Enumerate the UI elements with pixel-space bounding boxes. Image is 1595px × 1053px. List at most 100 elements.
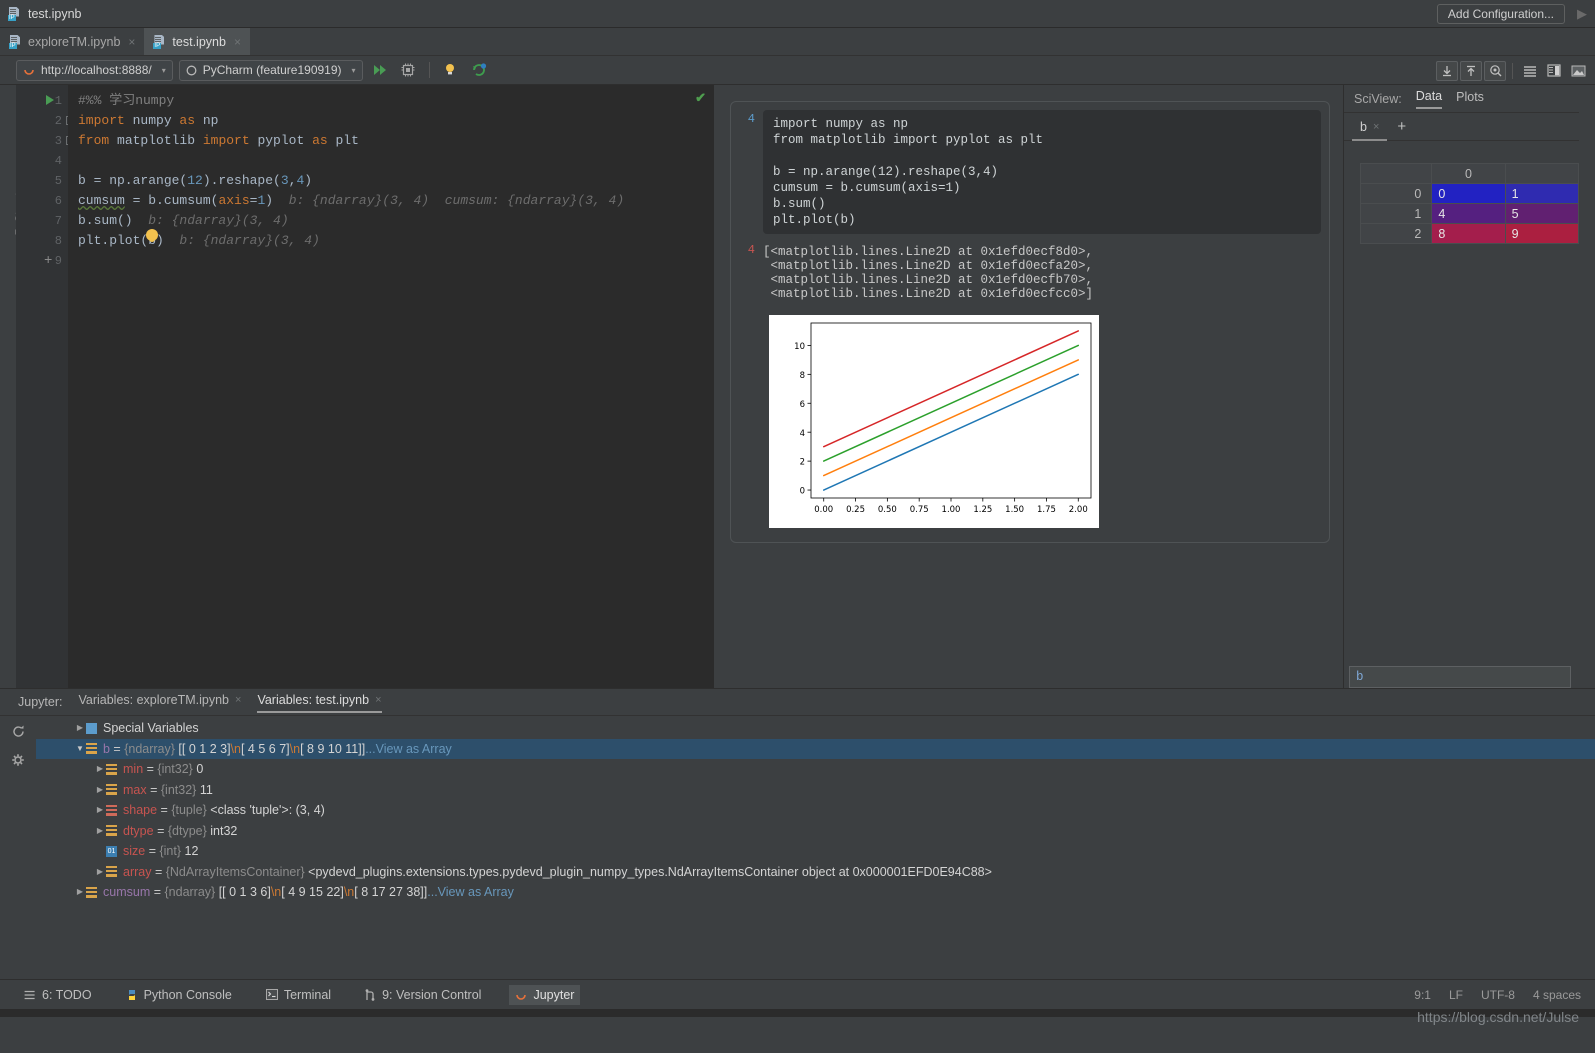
variables-tab-test[interactable]: Variables: test.ipynb × bbox=[257, 693, 382, 713]
todo-icon bbox=[24, 990, 35, 999]
close-icon[interactable]: × bbox=[235, 694, 241, 706]
list-item[interactable]: ▶ dtype = {dtype} int32 bbox=[36, 821, 1595, 842]
close-icon[interactable]: × bbox=[1373, 121, 1379, 133]
status-version-control[interactable]: 9: Version Control bbox=[359, 985, 487, 1005]
table-cell[interactable]: 4 bbox=[1431, 203, 1506, 224]
run-cell-icon[interactable] bbox=[46, 95, 54, 105]
add-configuration-button[interactable]: Add Configuration... bbox=[1436, 4, 1565, 24]
svg-text:1.50: 1.50 bbox=[1005, 505, 1024, 515]
list-item[interactable]: ▶ shape = {tuple} <class 'tuple'>: (3, 4… bbox=[36, 800, 1595, 821]
table-cell[interactable]: 5 bbox=[1504, 203, 1580, 224]
table-cell[interactable]: 0 bbox=[1431, 183, 1506, 204]
column-header-1[interactable] bbox=[1504, 163, 1580, 184]
move-cell-up-icon[interactable] bbox=[1460, 60, 1482, 81]
table-cell[interactable]: 8 bbox=[1431, 223, 1506, 244]
move-cell-down-icon[interactable] bbox=[1436, 60, 1458, 81]
add-variable-button[interactable]: + bbox=[1397, 119, 1406, 134]
cell-source-code[interactable]: import numpy as np from matplotlib impor… bbox=[763, 110, 1321, 234]
status-jupyter[interactable]: Jupyter bbox=[509, 984, 581, 1005]
expand-triangle-icon[interactable]: ▶ bbox=[94, 821, 106, 842]
code-text-area[interactable]: #%% 学习numpy import numpy as np from matp… bbox=[68, 85, 714, 688]
list-item[interactable]: ▶ max = {int32} 11 bbox=[36, 780, 1595, 801]
editor-tab-test[interactable]: IP test.ipynb × bbox=[144, 28, 250, 55]
expand-triangle-icon[interactable]: ▶ bbox=[74, 718, 86, 739]
expand-triangle-icon[interactable]: ▶ bbox=[94, 800, 106, 821]
close-icon[interactable]: × bbox=[375, 694, 381, 706]
kernel-combo[interactable]: PyCharm (feature190919) ▾ bbox=[178, 59, 363, 81]
restart-kernel-icon[interactable] bbox=[468, 59, 490, 81]
add-cell-icon[interactable]: + bbox=[44, 254, 52, 268]
list-item[interactable]: 01 size = {int} 12 bbox=[36, 841, 1595, 862]
view-as-array-link[interactable]: ...View as Array bbox=[365, 739, 452, 760]
variable-value: [ 4 5 6 7] bbox=[240, 741, 290, 756]
table-cell[interactable]: 1 bbox=[1504, 183, 1580, 204]
chevron-down-icon[interactable]: ▾ bbox=[352, 66, 356, 75]
variable-name: array bbox=[123, 864, 152, 879]
status-python-console[interactable]: Python Console bbox=[120, 985, 238, 1005]
tab-data[interactable]: Data bbox=[1415, 89, 1443, 109]
variables-tab-exploreTM[interactable]: Variables: exploreTM.ipynb × bbox=[78, 693, 241, 712]
ipynb-file-icon: IP bbox=[153, 34, 166, 49]
list-item[interactable]: ▶ array = {NdArrayItemsContainer} <pydev… bbox=[36, 862, 1595, 883]
indent-setting[interactable]: 4 spaces bbox=[1533, 988, 1581, 1002]
table-cell[interactable]: 9 bbox=[1504, 223, 1580, 244]
notebook-cell-card: 4 import numpy as np from matplotlib imp… bbox=[730, 101, 1330, 543]
list-item[interactable]: ▶ Special Variables bbox=[36, 718, 1595, 739]
table-row[interactable]: 2 8 9 bbox=[1359, 223, 1580, 244]
expand-triangle-icon[interactable]: ▶ bbox=[94, 780, 106, 801]
table-row[interactable]: 1 4 5 bbox=[1359, 203, 1580, 224]
table-row[interactable]: 0 0 1 bbox=[1359, 183, 1580, 204]
svg-text:0.25: 0.25 bbox=[846, 505, 865, 515]
caret-position[interactable]: 9:1 bbox=[1414, 988, 1431, 1002]
list-item[interactable]: ▼ b = {ndarray} [[ 0 1 2 3] \n [ 4 5 6 7… bbox=[36, 738, 1595, 760]
expand-triangle-icon[interactable]: ▶ bbox=[94, 862, 106, 883]
variable-name: cumsum bbox=[103, 885, 151, 899]
status-terminal[interactable]: Terminal bbox=[260, 985, 337, 1005]
chevron-down-icon[interactable]: ▾ bbox=[162, 66, 166, 75]
variables-side-rail bbox=[0, 716, 36, 960]
line-separator[interactable]: LF bbox=[1449, 988, 1463, 1002]
status-todo[interactable]: 6: TODO bbox=[18, 985, 98, 1005]
server-url-combo[interactable]: http://localhost:8888/ ▾ bbox=[16, 59, 173, 81]
kernel-settings-icon[interactable] bbox=[397, 59, 419, 81]
close-icon[interactable]: × bbox=[128, 35, 135, 49]
jupyter-toolbar: http://localhost:8888/ ▾ PyCharm (featur… bbox=[0, 56, 1595, 85]
jupyter-prefix-label: Jupyter: bbox=[18, 695, 63, 709]
tab-plots[interactable]: Plots bbox=[1456, 90, 1484, 108]
matplotlib-plot[interactable]: 0 2 4 6 8 10 0.00 0.25 0.50 0.75 1.00 1.25 1.50 1.75 2… bbox=[769, 315, 1099, 528]
view-as-array-link[interactable]: ...View as Array bbox=[427, 882, 514, 903]
jupyter-logo-icon bbox=[24, 69, 34, 75]
image-view-icon[interactable] bbox=[1567, 61, 1589, 81]
collapse-triangle-icon[interactable]: ▼ bbox=[74, 739, 86, 760]
variables-body: ▶ Special Variables ▼ b = {ndarray} [[ 0… bbox=[0, 715, 1595, 960]
variable-type: {dtype} bbox=[167, 823, 207, 838]
variable-name: min bbox=[123, 762, 144, 776]
table-view-icon[interactable] bbox=[1543, 61, 1565, 81]
sciview-expression-input[interactable]: b bbox=[1349, 666, 1571, 688]
variable-name: size bbox=[123, 844, 146, 858]
intention-bulb-icon[interactable] bbox=[146, 229, 158, 241]
status-label: Terminal bbox=[283, 987, 332, 1002]
lightbulb-icon[interactable] bbox=[440, 59, 462, 81]
sciview-data-table[interactable]: 0 0 0 1 1 4 5 2 8 9 bbox=[1359, 163, 1580, 244]
sciview-var-chip-b[interactable]: b × bbox=[1352, 117, 1388, 141]
editor-tab-exploreTM[interactable]: IP exploreTM.ipynb × bbox=[0, 28, 144, 55]
code-editor[interactable]: 1 2− 3− 4 5 6 7 8 +9 #%% 学习numpy import … bbox=[16, 85, 714, 688]
list-item[interactable]: ▶ cumsum = {ndarray} [[ 0 1 3 6] \n [ 4 … bbox=[36, 882, 1595, 903]
list-item[interactable]: ▶ min = {int32} 0 bbox=[36, 759, 1595, 780]
expand-triangle-icon[interactable]: ▶ bbox=[94, 759, 106, 780]
settings-gear-icon[interactable] bbox=[11, 753, 26, 768]
run-all-icon[interactable] bbox=[369, 59, 391, 81]
run-and-inspect-icon[interactable] bbox=[1484, 60, 1506, 81]
run-triangle-icon[interactable]: ▶ bbox=[1577, 6, 1587, 22]
list-view-icon[interactable] bbox=[1519, 61, 1541, 81]
editor-tab-bar: IP exploreTM.ipynb × IP test.ipynb × bbox=[0, 28, 1595, 56]
column-header-0[interactable]: 0 bbox=[1431, 163, 1506, 184]
close-icon[interactable]: × bbox=[234, 35, 241, 49]
expand-triangle-icon[interactable]: ▶ bbox=[74, 882, 86, 903]
file-encoding[interactable]: UTF-8 bbox=[1481, 988, 1515, 1002]
variables-tree[interactable]: ▶ Special Variables ▼ b = {ndarray} [[ 0… bbox=[36, 716, 1595, 960]
refresh-icon[interactable] bbox=[11, 724, 26, 739]
inspection-ok-icon[interactable]: ✔ bbox=[695, 90, 706, 106]
svg-text:0.75: 0.75 bbox=[910, 505, 929, 515]
